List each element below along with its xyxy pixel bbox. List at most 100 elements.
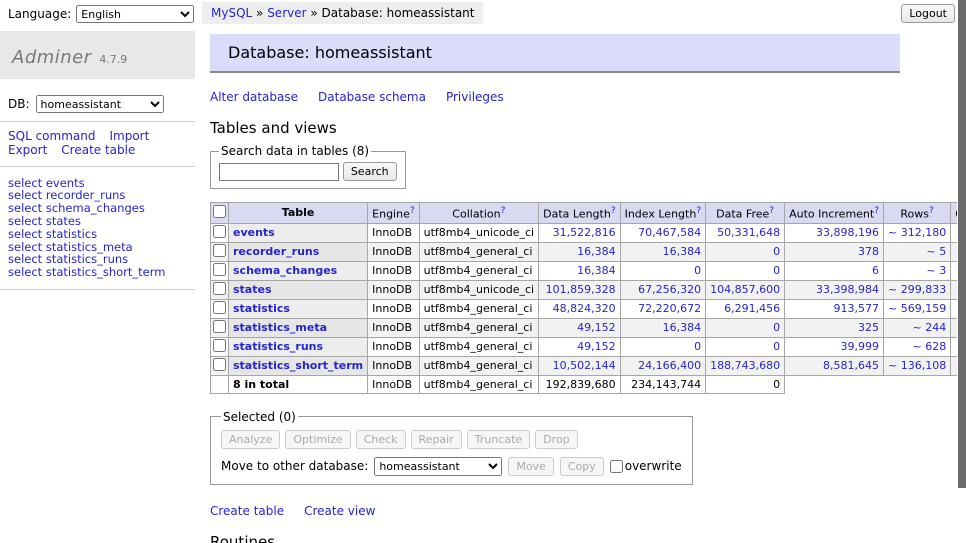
row-checkbox[interactable] — [213, 339, 226, 352]
rows-estimate-link[interactable]: ~ 244 — [912, 321, 946, 334]
search-input[interactable] — [219, 163, 339, 181]
data-free-link[interactable]: 0 — [773, 321, 780, 334]
data-free-link[interactable]: 0 — [773, 245, 780, 258]
sidebar-action-sql-command[interactable]: SQL command — [8, 130, 95, 144]
data-length-link[interactable]: 16,384 — [577, 245, 616, 258]
help-icon[interactable]: ? — [929, 206, 934, 216]
move-db-select[interactable]: homeassistant — [374, 457, 502, 476]
repair-button[interactable]: Repair — [411, 430, 462, 449]
data-free-link[interactable]: 50,331,648 — [717, 226, 780, 239]
help-icon[interactable]: ? — [696, 206, 701, 216]
data-length-link[interactable]: 31,522,816 — [553, 226, 616, 239]
table-row-states: statesInnoDButf8mb4_unicode_ci101,859,32… — [211, 280, 966, 299]
optimize-button[interactable]: Optimize — [285, 430, 350, 449]
data-free-link[interactable]: 0 — [773, 340, 780, 353]
table-link-schema-changes[interactable]: schema_changes — [233, 264, 337, 277]
alter-database-link[interactable]: Alter database — [210, 90, 298, 104]
help-icon[interactable]: ? — [611, 206, 616, 216]
data-free-link[interactable]: 104,857,600 — [710, 283, 780, 296]
index-length-link[interactable]: 72,220,672 — [638, 302, 701, 315]
index-length-link[interactable]: 16,384 — [663, 321, 702, 334]
data-length-link[interactable]: 16,384 — [577, 264, 616, 277]
sidebar-action-import[interactable]: Import — [109, 130, 149, 144]
engine-cell: InnoDB — [368, 242, 419, 261]
check-button[interactable]: Check — [356, 430, 406, 449]
rows-estimate-link[interactable]: ~ 312,180 — [888, 226, 946, 239]
index-length-link[interactable]: 67,256,320 — [638, 283, 701, 296]
table-link-statistics-short-term[interactable]: statistics_short_term — [233, 359, 363, 372]
row-checkbox[interactable] — [213, 320, 226, 333]
data-length-cell: 49,152 — [539, 318, 620, 337]
rows-estimate-link[interactable]: ~ 299,833 — [888, 283, 946, 296]
table-link-states[interactable]: states — [233, 283, 272, 296]
logout-button[interactable]: Logout — [901, 4, 955, 23]
sidebar-link-select-statistics[interactable]: select statistics — [8, 228, 187, 241]
row-checkbox[interactable] — [213, 358, 226, 371]
db-select[interactable]: homeassistant — [36, 95, 164, 113]
privileges-link[interactable]: Privileges — [446, 90, 504, 104]
create-table-link[interactable]: Create table — [210, 504, 284, 518]
table-link-recorder-runs[interactable]: recorder_runs — [233, 245, 319, 258]
row-checkbox[interactable] — [213, 244, 226, 257]
select-all-checkbox[interactable] — [213, 205, 226, 218]
data-length-link[interactable]: 49,152 — [577, 340, 616, 353]
breadcrumb-item-server[interactable]: Server — [267, 6, 306, 20]
breadcrumb-item-mysql[interactable]: MySQL — [211, 6, 252, 20]
database-schema-link[interactable]: Database schema — [318, 90, 426, 104]
row-checkbox[interactable] — [213, 225, 226, 238]
help-icon[interactable]: ? — [501, 206, 506, 216]
overwrite-checkbox[interactable] — [610, 460, 623, 473]
auto-increment-link[interactable]: 8,581,645 — [823, 359, 879, 372]
index-length-link[interactable]: 0 — [694, 340, 701, 353]
auto-increment-link[interactable]: 378 — [858, 245, 879, 258]
index-length-link[interactable]: 24,166,400 — [638, 359, 701, 372]
auto-increment-link[interactable]: 39,999 — [841, 340, 880, 353]
drop-button[interactable]: Drop — [535, 430, 577, 449]
rows-estimate-link[interactable]: ~ 3 — [926, 264, 946, 277]
create-view-link[interactable]: Create view — [304, 504, 375, 518]
rows-estimate-link[interactable]: ~ 136,108 — [888, 359, 946, 372]
rows-estimate-link[interactable]: ~ 5 — [926, 245, 946, 258]
sidebar-action-export[interactable]: Export — [8, 144, 47, 158]
rows-estimate-link[interactable]: ~ 628 — [912, 340, 946, 353]
auto-increment-link[interactable]: 6 — [872, 264, 879, 277]
data-length-link[interactable]: 101,859,328 — [546, 283, 616, 296]
copy-button[interactable]: Copy — [560, 457, 604, 476]
table-link-statistics[interactable]: statistics — [233, 302, 290, 315]
data-length-link[interactable]: 10,502,144 — [553, 359, 616, 372]
move-button[interactable]: Move — [508, 457, 554, 476]
sidebar-link-select-states[interactable]: select states — [8, 215, 187, 228]
vertical-scrollbar[interactable] — [957, 0, 966, 543]
truncate-button[interactable]: Truncate — [467, 430, 530, 449]
index-length-link[interactable]: 70,467,584 — [638, 226, 701, 239]
data-free-link[interactable]: 6,291,456 — [724, 302, 780, 315]
analyze-button[interactable]: Analyze — [221, 430, 280, 449]
row-checkbox[interactable] — [213, 263, 226, 276]
language-select[interactable]: English — [76, 5, 194, 23]
sidebar-link-select-statistics-short-term[interactable]: select statistics_short_term — [8, 266, 187, 279]
table-link-statistics-meta[interactable]: statistics_meta — [233, 321, 327, 334]
auto-increment-link[interactable]: 33,898,196 — [816, 226, 879, 239]
data-free-cell: 104,857,600 — [706, 280, 785, 299]
help-icon[interactable]: ? — [410, 206, 415, 216]
table-link-statistics-runs[interactable]: statistics_runs — [233, 340, 323, 353]
row-checkbox[interactable] — [213, 301, 226, 314]
table-link-events[interactable]: events — [233, 226, 275, 239]
data-free-link[interactable]: 188,743,680 — [710, 359, 780, 372]
auto-increment-link[interactable]: 325 — [858, 321, 879, 334]
search-button[interactable]: Search — [343, 162, 397, 181]
help-icon[interactable]: ? — [769, 206, 774, 216]
index-length-link[interactable]: 16,384 — [663, 245, 702, 258]
index-length-link[interactable]: 0 — [694, 264, 701, 277]
data-length-link[interactable]: 49,152 — [577, 321, 616, 334]
data-free-link[interactable]: 0 — [773, 264, 780, 277]
adminer-app: Language: English Adminer 4.7.9 DB: home… — [0, 0, 957, 543]
sidebar-action-create-table[interactable]: Create table — [61, 144, 135, 158]
help-icon[interactable]: ? — [874, 206, 879, 216]
row-checkbox[interactable] — [213, 282, 226, 295]
data-length-link[interactable]: 48,824,320 — [553, 302, 616, 315]
auto-increment-link[interactable]: 33,398,984 — [816, 283, 879, 296]
scrollbar-thumb[interactable] — [958, 0, 966, 488]
rows-estimate-link[interactable]: ~ 569,159 — [888, 302, 946, 315]
auto-increment-link[interactable]: 913,577 — [834, 302, 880, 315]
